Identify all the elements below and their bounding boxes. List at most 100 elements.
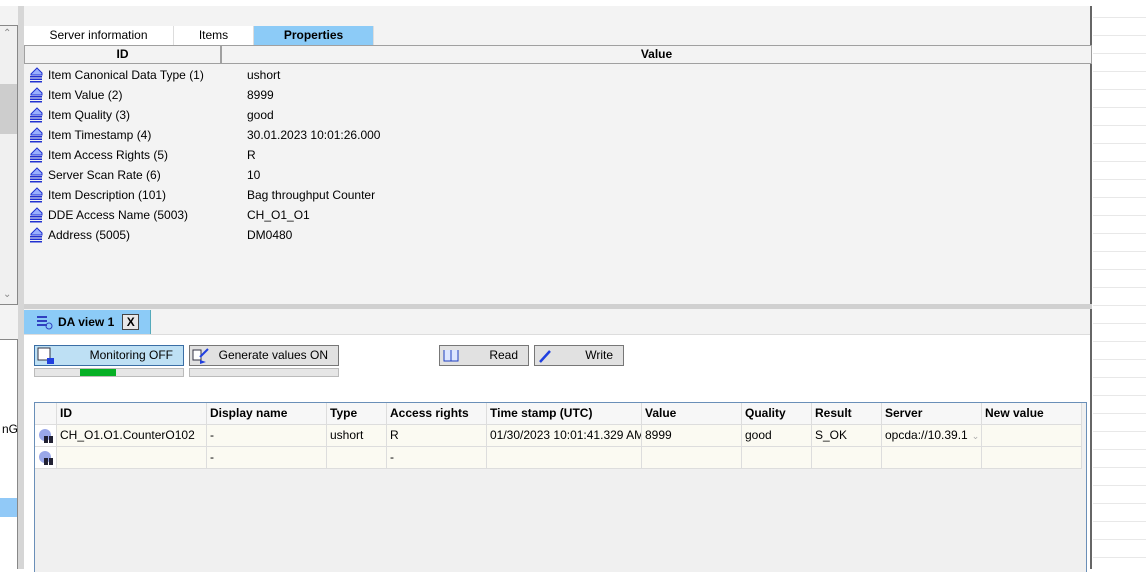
generate-values-button[interactable]: Generate values ON	[189, 345, 339, 366]
column-header[interactable]: Quality	[742, 403, 812, 425]
grid-cell[interactable]	[57, 447, 207, 469]
generate-icon	[192, 348, 209, 364]
tab-da-view-1[interactable]: DA view 1 X	[24, 310, 151, 334]
grid-cell[interactable]	[982, 425, 1082, 447]
column-header-value[interactable]: Value	[222, 46, 1091, 63]
left-tree-selected-item[interactable]	[0, 498, 17, 517]
property-row[interactable]: Item Description (101) Bag throughput Cou…	[24, 185, 624, 205]
cell-text: opcda://10.39.1	[885, 428, 968, 442]
column-header[interactable]: New value	[982, 403, 1082, 425]
cell-text: -	[390, 450, 394, 464]
da-view-panel: Monitoring OFF Generate values ON Read W…	[24, 334, 1090, 572]
grid-cell[interactable]: S_OK	[812, 425, 882, 447]
grid-cell[interactable]: -	[207, 425, 327, 447]
generate-progress	[189, 368, 339, 377]
scroll-up-icon[interactable]: ⌃	[3, 28, 11, 39]
read-label: Read	[489, 348, 518, 362]
property-icon	[28, 187, 44, 203]
column-header[interactable]: Access rights	[387, 403, 487, 425]
column-header[interactable]: Time stamp (UTC)	[487, 403, 642, 425]
list-icon	[37, 316, 53, 330]
property-row[interactable]: Item Canonical Data Type (1) ushort	[24, 65, 624, 85]
grid-cell[interactable]	[642, 447, 742, 469]
column-header[interactable]: Value	[642, 403, 742, 425]
property-id: Server Scan Rate (6)	[48, 168, 161, 182]
horizontal-splitter[interactable]	[24, 304, 1092, 309]
cell-text: 8999	[645, 428, 672, 442]
grid-cell[interactable]: -	[387, 447, 487, 469]
cell-text: -	[210, 450, 214, 464]
scroll-down-icon[interactable]: ⌄	[3, 289, 11, 300]
cell-text: -	[210, 428, 214, 442]
read-button[interactable]: Read	[439, 345, 529, 366]
cell-text: R	[390, 428, 399, 442]
property-id: Item Timestamp (4)	[48, 128, 152, 142]
cell-text: ushort	[330, 428, 364, 442]
property-icon	[28, 127, 44, 143]
grid-cell[interactable]	[982, 447, 1082, 469]
property-value: CH_O1_O1	[247, 208, 310, 222]
close-tab-button[interactable]: X	[122, 314, 140, 330]
generate-label: Generate values ON	[218, 348, 328, 362]
tab-label: DA view 1	[58, 315, 115, 329]
property-id: Item Value (2)	[48, 88, 123, 102]
column-header[interactable]: Server	[882, 403, 982, 425]
column-header[interactable]: Display name	[207, 403, 327, 425]
monitoring-label: Monitoring OFF	[89, 348, 173, 362]
property-value: ushort	[247, 68, 281, 82]
item-icon	[38, 450, 53, 465]
property-value: 8999	[247, 88, 274, 102]
row-header[interactable]	[35, 447, 57, 469]
column-header[interactable]: Result	[812, 403, 882, 425]
grid-cell[interactable]: good	[742, 425, 812, 447]
table-row[interactable]: --	[35, 447, 1086, 469]
property-row[interactable]: DDE Access Name (5003) CH_O1_O1	[24, 205, 624, 225]
grid-cell[interactable]: CH_O1.O1.CounterO102	[57, 425, 207, 447]
grid-cell[interactable]: R	[387, 425, 487, 447]
chevron-down-icon[interactable]: ⌄	[972, 431, 980, 441]
cell-text: 01/30/2023 10:01:41.329 AM	[490, 428, 642, 442]
tab-properties[interactable]: Properties	[254, 26, 374, 45]
item-icon	[38, 428, 53, 443]
property-value: good	[247, 108, 274, 122]
property-icon	[28, 147, 44, 163]
write-button[interactable]: Write	[534, 345, 624, 366]
grid-cell[interactable]	[487, 447, 642, 469]
grid-cell[interactable]	[327, 447, 387, 469]
left-tree-item[interactable]: nG	[0, 422, 18, 436]
property-value: R	[247, 148, 256, 162]
property-row[interactable]: Server Scan Rate (6) 10	[24, 165, 624, 185]
tab-server-information[interactable]: Server information	[24, 26, 174, 45]
grid-cell[interactable]: -	[207, 447, 327, 469]
grid-cell[interactable]: opcda://10.39.1 ⌄	[882, 425, 982, 447]
property-row[interactable]: Item Quality (3) good	[24, 105, 624, 125]
property-id: DDE Access Name (5003)	[48, 208, 189, 222]
property-row[interactable]: Address (5005) DM0480	[24, 225, 624, 245]
monitoring-button[interactable]: Monitoring OFF	[34, 345, 184, 366]
grid-cell[interactable]	[812, 447, 882, 469]
grid-cell[interactable]: ushort	[327, 425, 387, 447]
column-header-id[interactable]: ID	[25, 46, 222, 63]
column-header[interactable]: ID	[57, 403, 207, 425]
left-scrollbar[interactable]: ⌃ ⌄	[0, 25, 18, 305]
property-row[interactable]: Item Value (2) 8999	[24, 85, 624, 105]
cell-text: S_OK	[815, 428, 848, 442]
row-header[interactable]	[35, 425, 57, 447]
property-icon	[28, 227, 44, 243]
grid-cell[interactable]: 8999	[642, 425, 742, 447]
tab-items[interactable]: Items	[174, 26, 254, 45]
grid-cell[interactable]	[742, 447, 812, 469]
property-id: Item Access Rights (5)	[48, 148, 169, 162]
select-all-corner[interactable]	[35, 403, 57, 425]
column-header[interactable]: Type	[327, 403, 387, 425]
table-row[interactable]: CH_O1.O1.CounterO102 - ushort R 01/30/2023 1…	[35, 425, 1086, 447]
property-row[interactable]: Item Timestamp (4) 30.01.2023 10:01:26.00…	[24, 125, 624, 145]
property-id: Item Quality (3)	[48, 108, 131, 122]
monitor-icon	[37, 347, 54, 364]
grid-cell[interactable]: 01/30/2023 10:01:41.329 AM	[487, 425, 642, 447]
property-value: Bag throughput Counter	[247, 188, 376, 202]
scroll-thumb[interactable]	[0, 84, 17, 134]
property-icon	[28, 207, 44, 223]
property-row[interactable]: Item Access Rights (5) R	[24, 145, 624, 165]
grid-cell[interactable]	[882, 447, 982, 469]
